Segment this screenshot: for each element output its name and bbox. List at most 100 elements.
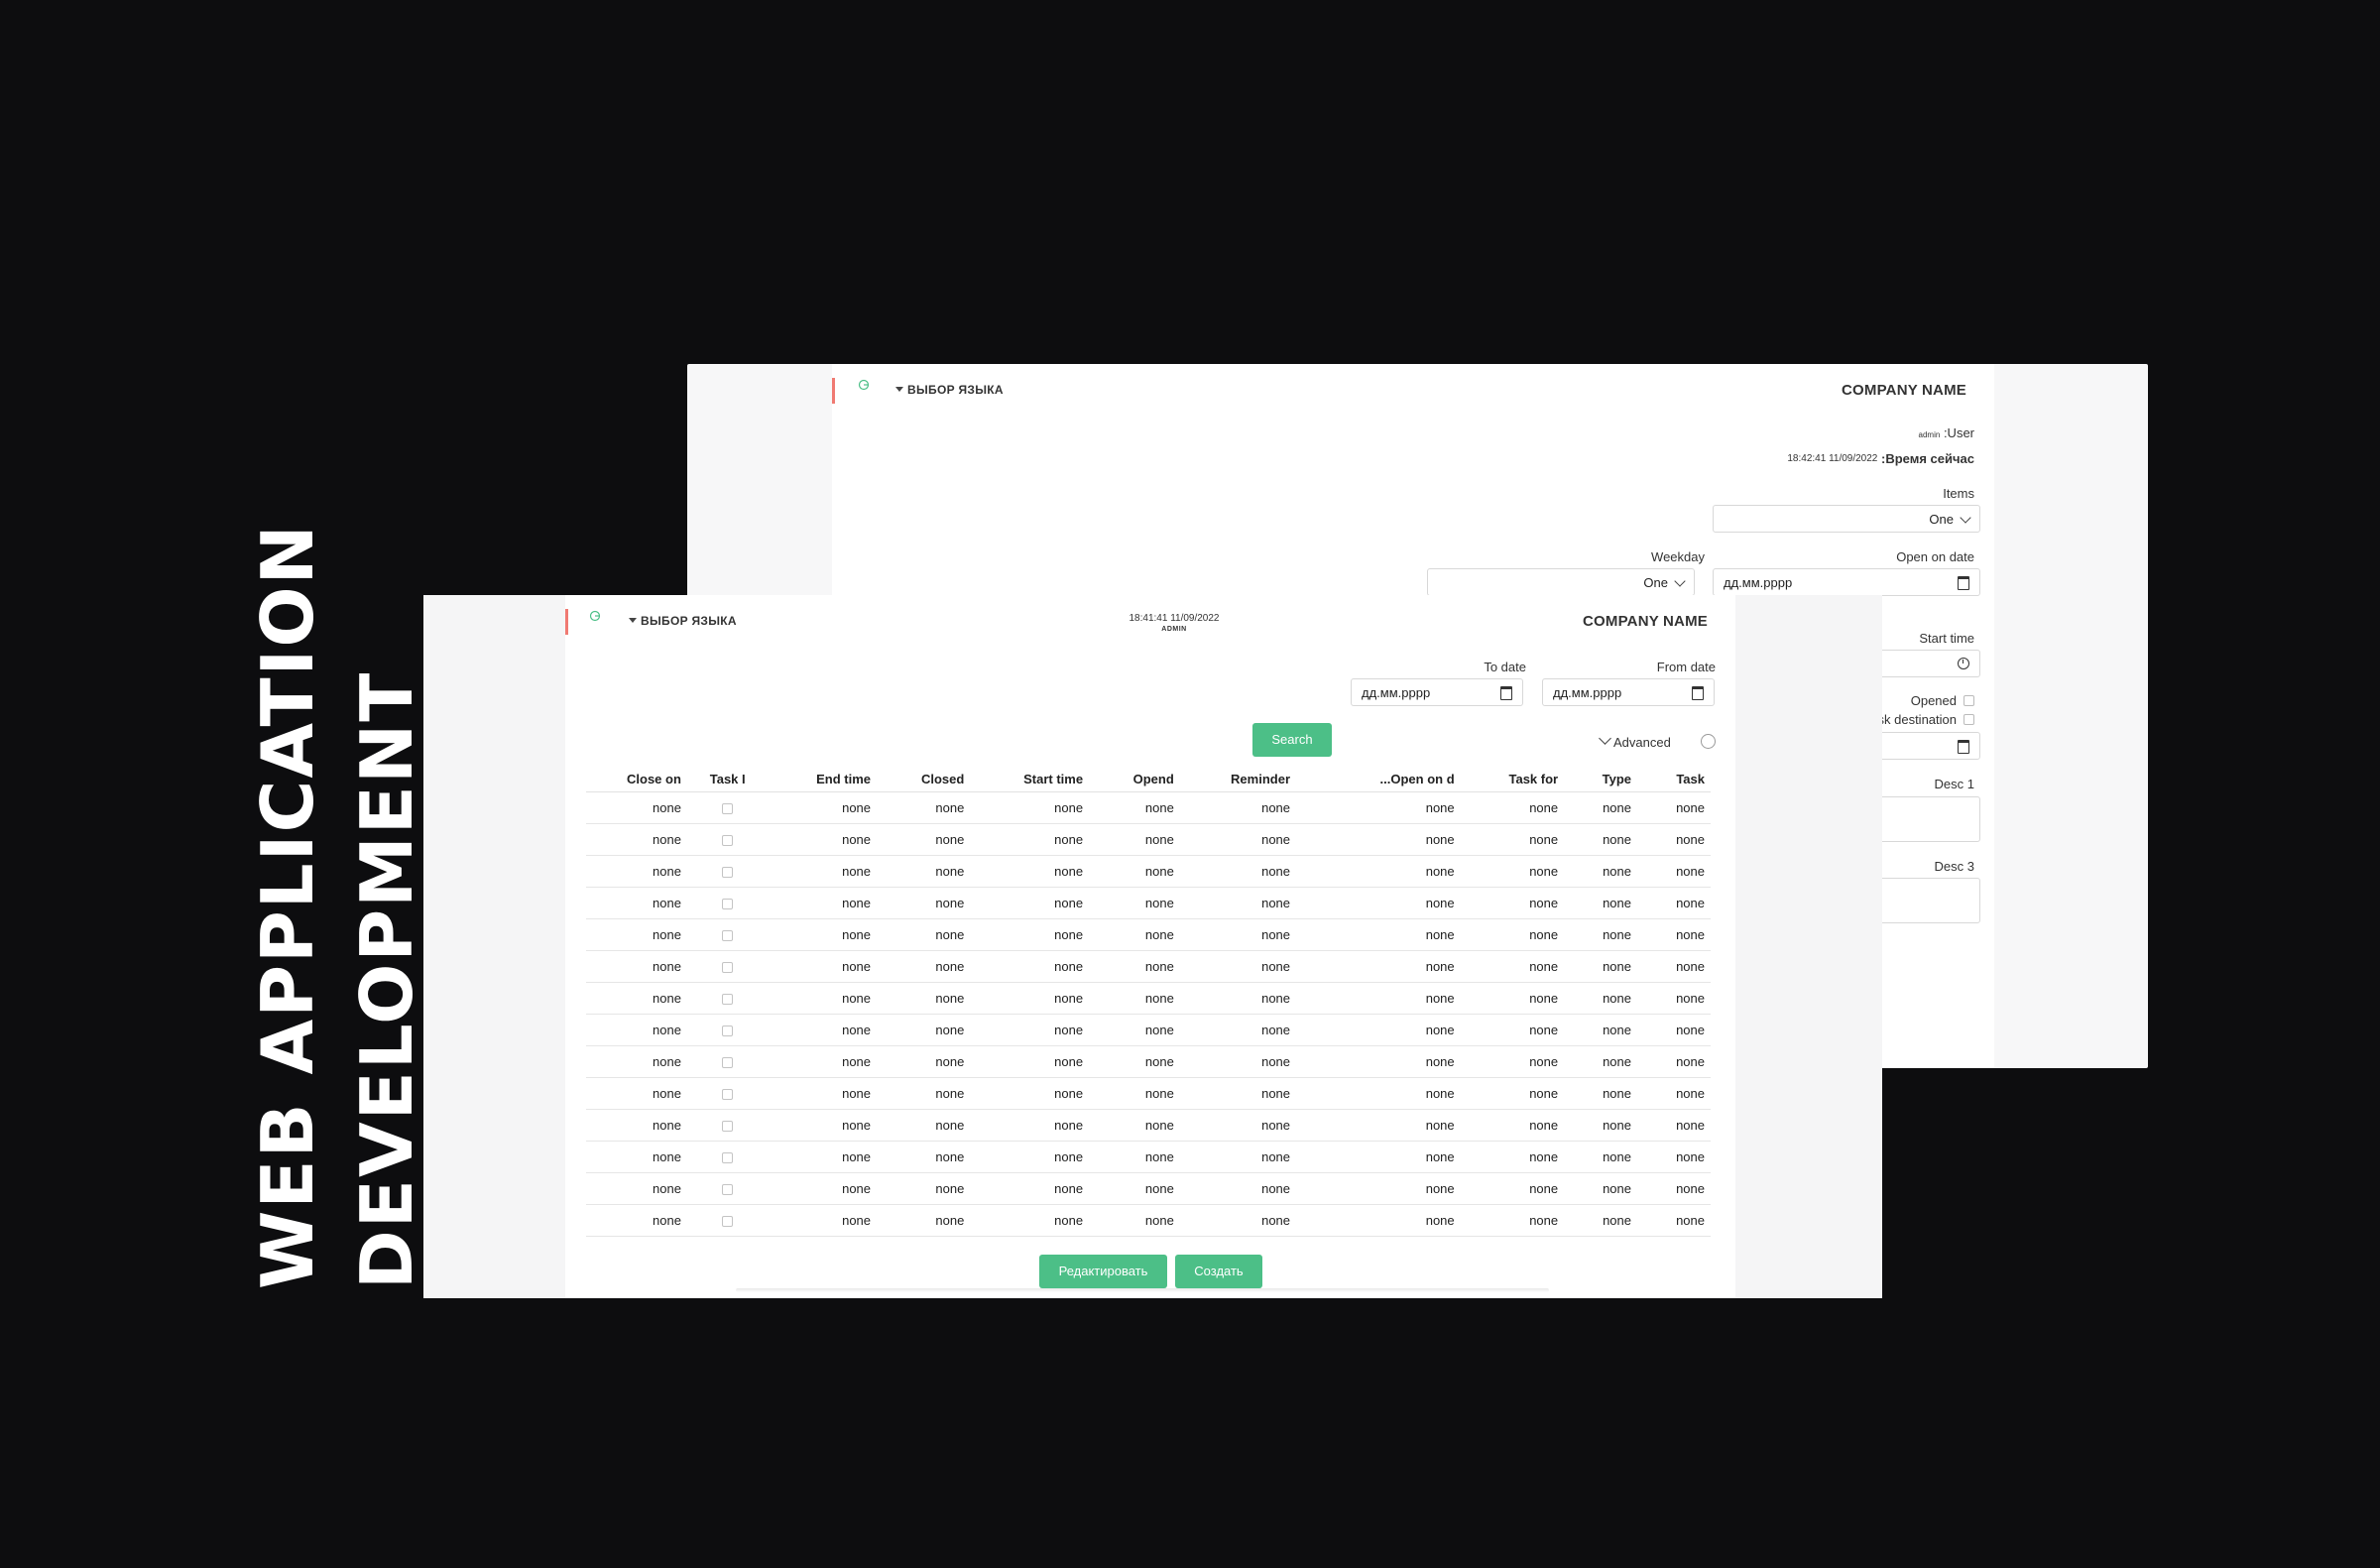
row-checkbox[interactable] <box>722 803 734 815</box>
logout-icon[interactable] <box>589 610 601 622</box>
table-cell: none <box>1637 950 1711 983</box>
row-checkbox[interactable] <box>722 1216 734 1228</box>
table-cell: none <box>1089 918 1180 951</box>
table-cell: none <box>1296 1204 1461 1237</box>
table-cell: none <box>1460 887 1565 919</box>
advanced-radio[interactable] <box>1701 734 1716 749</box>
column-header[interactable]: Close on <box>586 766 687 792</box>
user-label: :User <box>1943 425 1974 440</box>
calendar-icon[interactable] <box>1692 686 1704 700</box>
table-row[interactable]: none none none none none none none none none none <box>586 1014 1711 1046</box>
from-date-input[interactable]: дд.мм.рррр <box>1542 678 1715 706</box>
row-checkbox-cell[interactable] <box>686 823 769 856</box>
row-checkbox[interactable] <box>722 1057 734 1069</box>
column-header[interactable]: Reminder <box>1179 766 1297 792</box>
table-row[interactable]: none none none none none none none none none none <box>586 791 1711 824</box>
row-checkbox[interactable] <box>722 1025 734 1037</box>
advanced-toggle[interactable]: Advanced <box>1599 732 1671 750</box>
table-row[interactable]: none none none none none none none none none none <box>586 918 1711 951</box>
row-checkbox-cell[interactable] <box>686 887 769 919</box>
table-cell: none <box>1089 1045 1180 1078</box>
current-datetime: 18:41:41 11/09/2022 ADMIN <box>1105 613 1244 633</box>
table-cell: none <box>586 887 687 919</box>
open-on-date-label: Open on date <box>1896 549 1974 564</box>
column-header[interactable]: Task for <box>1460 766 1565 792</box>
edit-button[interactable]: Редактировать <box>1039 1255 1167 1288</box>
table-cell: none <box>1089 887 1180 919</box>
table-row[interactable]: none none none none none none none none none none <box>586 1172 1711 1205</box>
table-cell: none <box>1637 1014 1711 1046</box>
column-header[interactable]: Task I <box>686 766 769 792</box>
row-checkbox[interactable] <box>722 930 734 942</box>
table-cell: none <box>768 1109 878 1142</box>
row-checkbox-cell[interactable] <box>686 791 769 824</box>
row-checkbox[interactable] <box>722 994 734 1006</box>
table-row[interactable]: none none none none none none none none none none <box>586 1204 1711 1237</box>
column-header[interactable]: Type <box>1564 766 1637 792</box>
row-checkbox[interactable] <box>722 1121 734 1133</box>
row-checkbox-cell[interactable] <box>686 1045 769 1078</box>
row-checkbox[interactable] <box>722 899 734 910</box>
table-cell: none <box>1564 950 1637 983</box>
search-button[interactable]: Search <box>1252 723 1332 757</box>
logout-icon[interactable] <box>858 379 870 391</box>
table-row[interactable]: none none none none none none none none none none <box>586 1077 1711 1110</box>
table-cell: none <box>1089 855 1180 888</box>
column-header[interactable]: Start time <box>970 766 1090 792</box>
opened-checkbox[interactable] <box>1964 695 1974 706</box>
calendar-icon[interactable] <box>1958 740 1969 754</box>
row-checkbox[interactable] <box>722 1152 734 1164</box>
calendar-icon[interactable] <box>1500 686 1512 700</box>
row-checkbox[interactable] <box>722 1089 734 1101</box>
create-button[interactable]: Создать <box>1175 1255 1262 1288</box>
table-cell: none <box>970 918 1090 951</box>
column-header[interactable]: Closed <box>877 766 971 792</box>
calendar-icon[interactable] <box>1958 576 1969 590</box>
table-cell: none <box>877 823 971 856</box>
table-row[interactable]: none none none none none none none none none none <box>586 1141 1711 1173</box>
table-cell: none <box>970 823 1090 856</box>
column-header[interactable]: Opend <box>1089 766 1180 792</box>
row-checkbox[interactable] <box>722 867 734 879</box>
row-checkbox[interactable] <box>722 1184 734 1196</box>
row-checkbox-cell[interactable] <box>686 855 769 888</box>
table-row[interactable]: none none none none none none none none none none <box>586 887 1711 919</box>
task-destination-checkbox[interactable] <box>1964 714 1974 725</box>
table-cell: none <box>877 950 971 983</box>
table-row[interactable]: none none none none none none none none none none <box>586 950 1711 983</box>
row-checkbox-cell[interactable] <box>686 1077 769 1110</box>
row-checkbox-cell[interactable] <box>686 1172 769 1205</box>
column-header[interactable]: End time <box>768 766 878 792</box>
table-cell: none <box>1179 918 1297 951</box>
table-cell: none <box>877 1014 971 1046</box>
front-topbar: ВЫБОР ЯЗЫКА 18:41:41 11/09/2022 ADMIN CO… <box>565 595 1735 643</box>
clock-icon[interactable] <box>1958 658 1969 669</box>
accent-bar <box>832 378 835 404</box>
table-row[interactable]: none none none none none none none none none none <box>586 855 1711 888</box>
table-cell: none <box>1564 1014 1637 1046</box>
items-select[interactable]: One <box>1713 505 1980 533</box>
table-row[interactable]: none none none none none none none none none none <box>586 1045 1711 1078</box>
to-date-input[interactable]: дд.мм.рррр <box>1351 678 1523 706</box>
row-checkbox-cell[interactable] <box>686 982 769 1015</box>
table-row[interactable]: none none none none none none none none none none <box>586 982 1711 1015</box>
language-selector[interactable]: ВЫБОР ЯЗЫКА <box>629 614 737 628</box>
language-selector[interactable]: ВЫБОР ЯЗЫКА <box>895 383 1004 397</box>
table-row[interactable]: none none none none none none none none none none <box>586 823 1711 856</box>
weekday-select[interactable]: One <box>1427 568 1695 596</box>
row-checkbox-cell[interactable] <box>686 950 769 983</box>
row-checkbox-cell[interactable] <box>686 1204 769 1237</box>
row-checkbox[interactable] <box>722 962 734 974</box>
table-cell: none <box>586 855 687 888</box>
company-name: COMPANY NAME <box>1582 613 1708 630</box>
open-on-date-input[interactable]: дд.мм.рррр <box>1713 568 1980 596</box>
row-checkbox-cell[interactable] <box>686 1141 769 1173</box>
column-header[interactable]: ...Open on d <box>1296 766 1461 792</box>
row-checkbox[interactable] <box>722 835 734 847</box>
tasks-table: Close on Task I End time Closed Start time Op… <box>586 766 1711 1237</box>
row-checkbox-cell[interactable] <box>686 918 769 951</box>
column-header[interactable]: Task <box>1637 766 1711 792</box>
row-checkbox-cell[interactable] <box>686 1014 769 1046</box>
row-checkbox-cell[interactable] <box>686 1109 769 1142</box>
table-row[interactable]: none none none none none none none none none none <box>586 1109 1711 1142</box>
